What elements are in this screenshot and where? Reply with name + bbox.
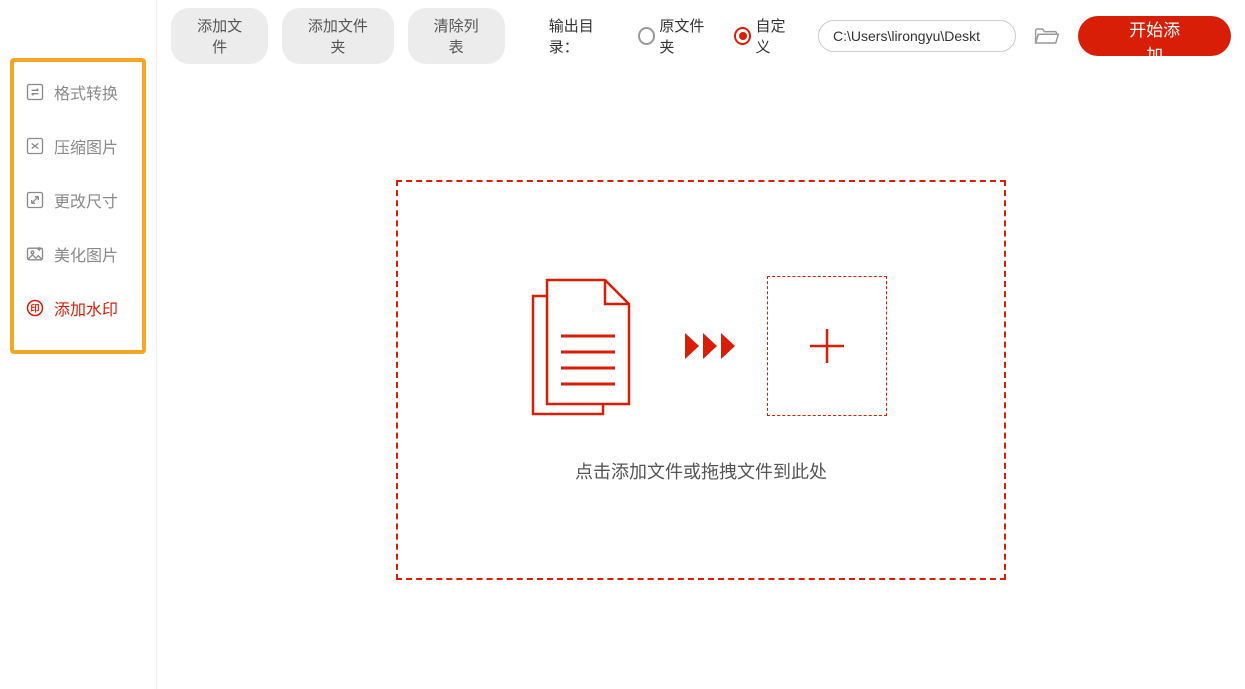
dropzone-hint: 点击添加文件或拖拽文件到此处	[575, 458, 827, 484]
plus-icon	[804, 323, 850, 369]
dropzone-graphic	[515, 266, 887, 426]
main-panel: 添加文件 添加文件夹 清除列表 输出目录： 原文件夹 自定义 开始添加	[156, 0, 1245, 689]
sidebar-item-beautify[interactable]: 美化图片	[24, 242, 156, 266]
add-folder-button[interactable]: 添加文件夹	[282, 8, 393, 64]
radio-circle-icon	[638, 27, 655, 45]
sidebar-item-label: 压缩图片	[54, 134, 118, 158]
add-file-button[interactable]: 添加文件	[171, 8, 268, 64]
output-dir-label: 输出目录：	[549, 15, 620, 57]
sidebar-item-watermark[interactable]: 印 添加水印	[24, 296, 156, 320]
sidebar-item-compress[interactable]: 压缩图片	[24, 134, 156, 158]
sidebar-item-resize[interactable]: 更改尺寸	[24, 188, 156, 212]
radio-label: 自定义	[755, 15, 798, 57]
start-add-button[interactable]: 开始添加	[1078, 16, 1231, 56]
radio-original-folder[interactable]: 原文件夹	[638, 15, 716, 57]
stamp-icon: 印	[24, 297, 46, 319]
compress-icon	[24, 135, 46, 157]
svg-text:印: 印	[30, 302, 39, 313]
sidebar-item-label: 添加水印	[54, 296, 118, 320]
radio-label: 原文件夹	[659, 15, 716, 57]
browse-folder-button[interactable]	[1030, 20, 1064, 52]
toolbar: 添加文件 添加文件夹 清除列表 输出目录： 原文件夹 自定义 开始添加	[157, 0, 1245, 72]
output-path-input[interactable]	[818, 20, 1016, 52]
radio-circle-icon	[734, 27, 751, 45]
sidebar-item-label: 格式转换	[54, 80, 118, 104]
clear-list-button[interactable]: 清除列表	[408, 8, 505, 64]
sidebar: 格式转换 压缩图片 更改尺寸	[0, 0, 156, 689]
sidebar-item-format-convert[interactable]: 格式转换	[24, 80, 156, 104]
content-area: 点击添加文件或拖拽文件到此处	[157, 72, 1245, 689]
radio-custom-folder[interactable]: 自定义	[734, 15, 798, 57]
arrows-right-icon	[683, 331, 739, 361]
beautify-icon	[24, 243, 46, 265]
folder-open-icon	[1033, 24, 1061, 48]
sidebar-item-label: 美化图片	[54, 242, 118, 266]
swap-icon	[24, 81, 46, 103]
add-target-box	[767, 276, 887, 416]
dropzone[interactable]: 点击添加文件或拖拽文件到此处	[396, 180, 1006, 580]
sidebar-item-label: 更改尺寸	[54, 188, 118, 212]
resize-icon	[24, 189, 46, 211]
documents-icon	[515, 266, 655, 426]
